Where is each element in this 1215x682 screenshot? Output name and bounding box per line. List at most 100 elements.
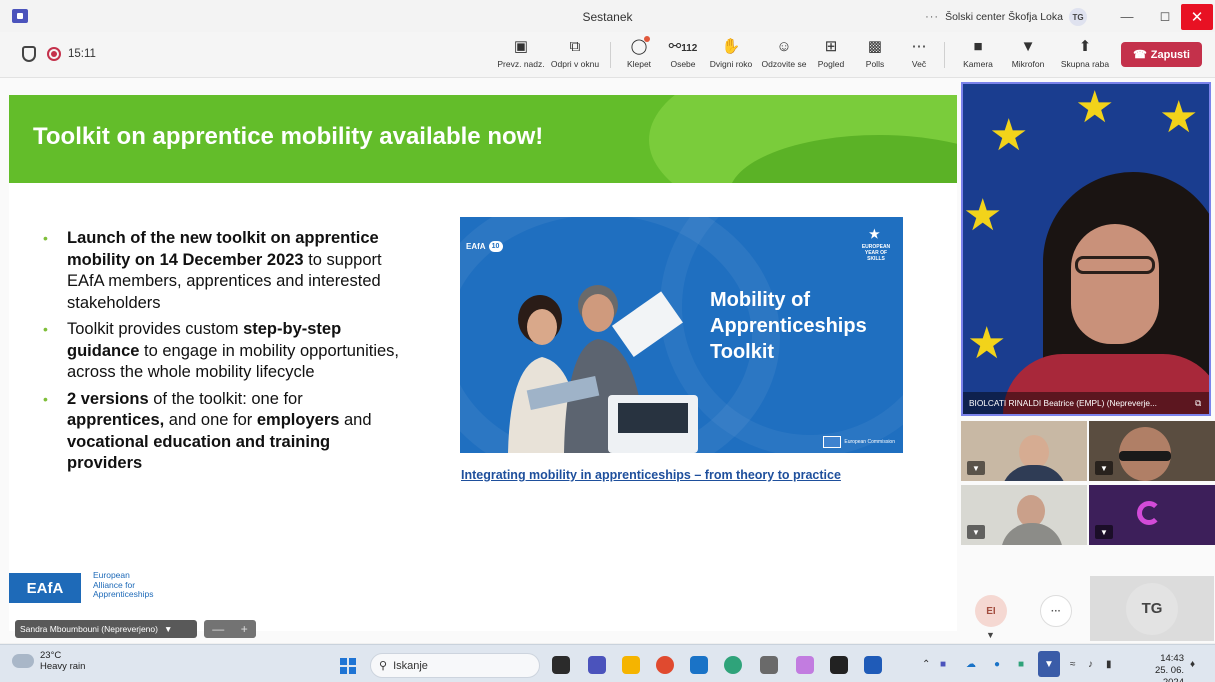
tray-expand-icon[interactable]: ⌃ bbox=[922, 659, 930, 670]
phone-icon: ☎ bbox=[1133, 49, 1147, 61]
org-name: Šolski center Škofja Loka bbox=[945, 11, 1063, 23]
hand-icon: ✋ bbox=[721, 38, 741, 55]
teams-taskbar-icon[interactable] bbox=[588, 656, 606, 674]
chat-icon: ◯ bbox=[630, 38, 648, 55]
people-illustration bbox=[508, 285, 698, 453]
slide-bullets: Launch of the new toolkit on apprentice … bbox=[43, 228, 403, 480]
mic-muted-icon: ▼ bbox=[967, 525, 985, 539]
zoom-out-button[interactable]: — bbox=[212, 622, 224, 636]
meeting-timer: 15:11 bbox=[68, 48, 96, 60]
chat-badge bbox=[644, 36, 650, 42]
eafa-logo: EAfA bbox=[9, 573, 81, 603]
share-screen-button[interactable]: ⬆ Skupna raba bbox=[1058, 36, 1112, 69]
task-view-icon[interactable] bbox=[552, 656, 570, 674]
title-bar: Sestanek ··· Šolski center Škofja Loka T… bbox=[0, 0, 1215, 32]
share-icon: ⬆ bbox=[1078, 38, 1092, 55]
battery-icon[interactable]: ▮ bbox=[1106, 659, 1112, 670]
toolkit-title: Mobility of Apprenticeships Toolkit bbox=[710, 289, 867, 363]
search-icon: ⚲ bbox=[379, 660, 388, 672]
recording-icon bbox=[47, 47, 61, 61]
volume-icon[interactable]: ♪ bbox=[1088, 659, 1093, 670]
presenter-name-tag: Sandra Mboumbouni (Nepreverjeno) ▼ bbox=[15, 620, 197, 638]
polls-icon: ▩ bbox=[867, 38, 883, 55]
wifi-icon[interactable]: ≈ bbox=[1070, 659, 1076, 670]
european-commission-logo: European Commission bbox=[823, 436, 895, 448]
more-button[interactable]: ⋯ Več bbox=[904, 36, 934, 69]
more-icon: ⋯ bbox=[911, 38, 927, 55]
app-tray-icon[interactable]: ■ bbox=[1018, 659, 1024, 670]
view-button[interactable]: ⊞ Pogled bbox=[814, 36, 848, 69]
polls-button[interactable]: ▩ Polls bbox=[860, 36, 890, 69]
org-switcher[interactable]: ··· Šolski center Škofja Loka TG bbox=[925, 8, 1087, 26]
self-video-tile[interactable]: TG bbox=[1090, 576, 1214, 641]
camera-off-icon: ■ bbox=[973, 38, 983, 55]
shield-icon[interactable] bbox=[22, 46, 36, 62]
chat-button[interactable]: ◯ Klepet bbox=[622, 36, 656, 69]
outlook-icon[interactable] bbox=[690, 656, 708, 674]
people-button[interactable]: ⚯112 Osebe bbox=[664, 36, 702, 69]
teams-tray-icon[interactable]: ■ bbox=[940, 659, 946, 670]
speaker-name: BIOLCATI RINALDI Beatrice (EMPL) (Neprev… bbox=[963, 392, 1209, 414]
year-of-skills-logo: EUROPEAN YEAR OF SKILLS bbox=[857, 231, 895, 262]
grid-icon: ⊞ bbox=[824, 38, 838, 55]
mic-button[interactable]: ▼ Mikrofon bbox=[1008, 36, 1048, 69]
restore-icon[interactable]: ◻ bbox=[1148, 0, 1182, 32]
chrome-icon[interactable] bbox=[656, 656, 674, 674]
calculator-icon[interactable] bbox=[760, 656, 778, 674]
bullet-item: Launch of the new toolkit on apprentice … bbox=[43, 228, 403, 314]
file-explorer-icon[interactable] bbox=[622, 656, 640, 674]
slide-banner: Toolkit on apprentice mobility available… bbox=[9, 95, 957, 183]
speaker-video[interactable]: ★ ★ ★ ★ ★ BIOLCATI RINALDI Beatrice (EMP… bbox=[961, 82, 1211, 416]
zoom-control: — + bbox=[204, 620, 256, 638]
bluetooth-icon[interactable]: ● bbox=[994, 659, 1000, 670]
onedrive-icon[interactable]: ☁ bbox=[966, 659, 976, 670]
popout-icon: ⧉ bbox=[569, 38, 581, 55]
toolbar-divider bbox=[944, 42, 945, 68]
participant-tile[interactable]: ▼ bbox=[961, 421, 1087, 481]
star-icon: ★ bbox=[967, 319, 1007, 368]
people-icon: ⚯112 bbox=[668, 38, 698, 55]
eafa-logo-text: European Alliance for Apprenticeships bbox=[93, 570, 154, 599]
snipping-tool-icon[interactable] bbox=[796, 656, 814, 674]
take-control-icon: ▣ bbox=[513, 38, 529, 55]
account-avatar[interactable]: TG bbox=[1069, 8, 1087, 26]
mic-tray-icon[interactable]: ▼ bbox=[1038, 651, 1060, 677]
toolbar-divider bbox=[610, 42, 611, 68]
app-icon[interactable] bbox=[830, 656, 848, 674]
bullet-item: Toolkit provides custom step-by-step gui… bbox=[43, 319, 403, 384]
mic-muted-icon: ▼ bbox=[1095, 525, 1113, 539]
mic-muted-icon: ▼ bbox=[967, 461, 985, 475]
eu-flag-icon bbox=[823, 436, 842, 448]
camera-button[interactable]: ■ Kamera bbox=[960, 36, 996, 69]
notification-bell-icon[interactable]: ♦ bbox=[1190, 659, 1195, 670]
participant-tile[interactable]: ▼ bbox=[961, 485, 1087, 545]
star-icon: ★ bbox=[989, 111, 1029, 160]
taskbar-search[interactable]: ⚲ Iskanje bbox=[370, 653, 540, 678]
raise-hand-button[interactable]: ✋ Dvigni roko bbox=[706, 36, 756, 69]
windows-start-icon[interactable] bbox=[340, 658, 356, 674]
toolkit-link[interactable]: Integrating mobility in apprenticeships … bbox=[461, 468, 841, 482]
shared-slide: Toolkit on apprentice mobility available… bbox=[9, 95, 957, 631]
more-options-icon[interactable]: ··· bbox=[925, 11, 939, 23]
more-participants-button[interactable]: ··· bbox=[1040, 595, 1072, 627]
weather-widget[interactable]: 23°C Heavy rain bbox=[12, 650, 85, 672]
participant-avatar[interactable]: EI bbox=[975, 595, 1007, 627]
leave-button[interactable]: ☎ Zapusti bbox=[1121, 42, 1202, 67]
minimize-icon[interactable]: — bbox=[1110, 0, 1144, 32]
popout-button[interactable]: ⧉ Odpri v oknu bbox=[548, 36, 602, 69]
star-icon: ★ bbox=[1159, 93, 1199, 142]
edge-icon[interactable] bbox=[724, 656, 742, 674]
participant-tile[interactable]: ▼ bbox=[1089, 421, 1215, 481]
app-logo-icon bbox=[1137, 501, 1161, 525]
close-icon[interactable]: ✕ bbox=[1181, 4, 1213, 30]
mic-muted-icon: ▼ bbox=[163, 624, 173, 634]
zoom-in-button[interactable]: + bbox=[241, 622, 248, 636]
pin-icon[interactable]: ⧉ bbox=[1195, 398, 1201, 409]
taskbar-clock[interactable]: 14:43 25. 06. 2024 bbox=[1132, 653, 1184, 682]
participant-tile[interactable]: ▼ bbox=[1089, 485, 1215, 545]
mic-muted-icon: ▼ bbox=[986, 630, 995, 640]
word-icon[interactable] bbox=[864, 656, 882, 674]
toolkit-cover-image: EAfA10 EUROPEAN YEAR OF SKILLS Mobility … bbox=[460, 217, 903, 453]
react-button[interactable]: ☺ Odzovite se bbox=[758, 36, 810, 69]
take-control-button[interactable]: ▣ Prevz. nadz. bbox=[496, 36, 546, 69]
